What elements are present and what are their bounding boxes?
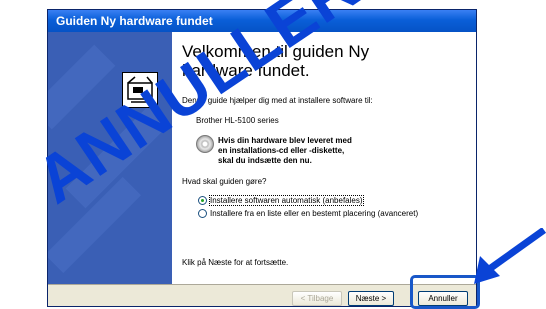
- option-advanced-label[interactable]: Installere fra en liste eller en bestemt…: [210, 209, 418, 218]
- question-text: Hvad skal guiden gøre?: [182, 177, 267, 186]
- window-title: Guiden Ny hardware fundet: [56, 14, 213, 28]
- cd-icon: [196, 135, 214, 153]
- cd-prompt-line-1: Hvis din hardware blev leveret med: [218, 136, 352, 145]
- back-button[interactable]: < Tilbage: [292, 291, 342, 306]
- radio-automatic[interactable]: [198, 196, 207, 205]
- cd-prompt-line-3: skal du indsætte den nu.: [218, 156, 312, 165]
- option-automatic-label[interactable]: Installere softwaren automatisk (anbefal…: [209, 195, 364, 206]
- continue-hint: Klik på Næste for at fortsætte.: [182, 258, 289, 267]
- radio-advanced[interactable]: [198, 209, 207, 218]
- cd-prompt-line-2: en installations-cd eller -diskette,: [218, 146, 345, 155]
- arrow-icon: [474, 228, 546, 284]
- next-button[interactable]: Næste >: [348, 291, 394, 306]
